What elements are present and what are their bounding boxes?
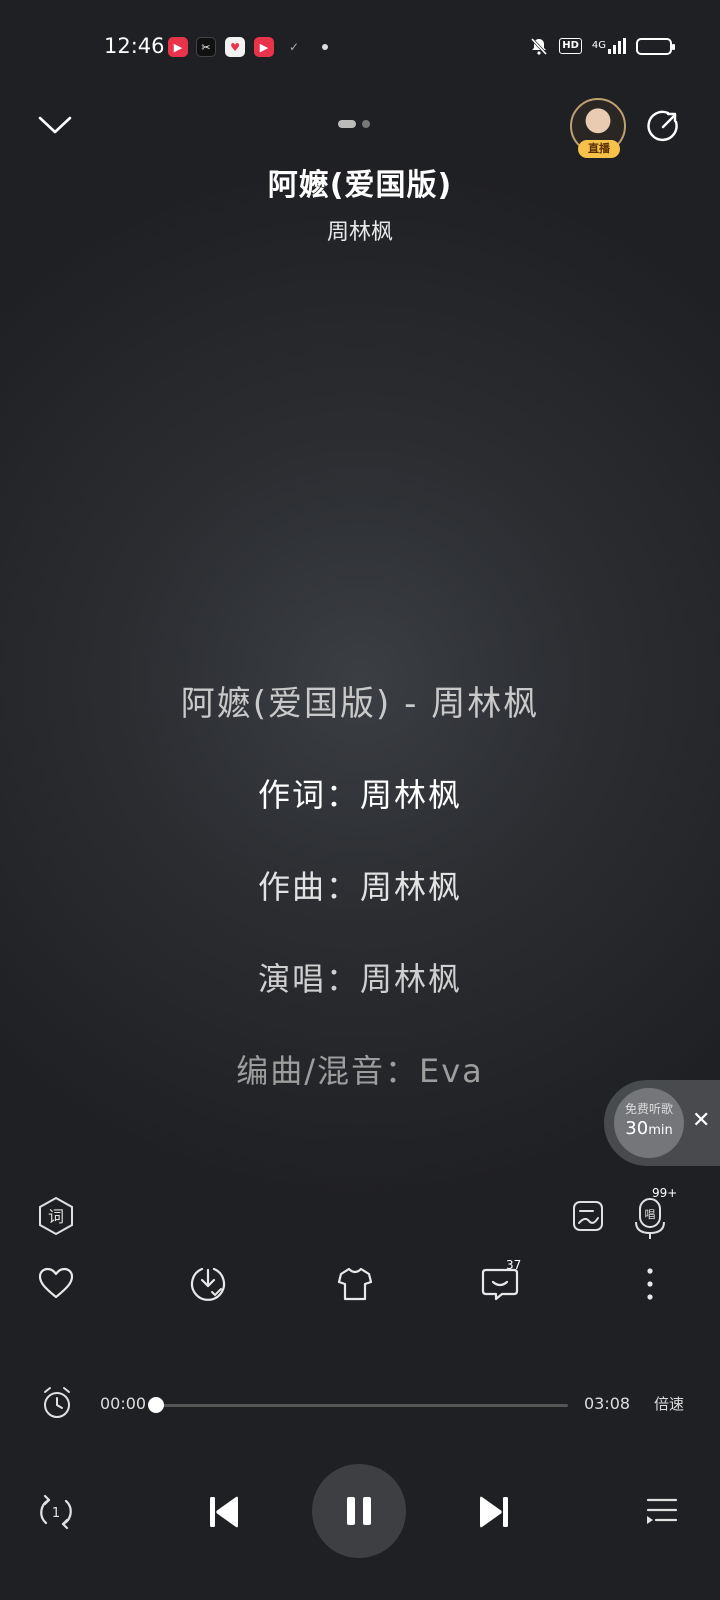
- comment-button[interactable]: 37: [480, 1258, 521, 1302]
- free-listen-time: 30min: [625, 1118, 673, 1139]
- microphone-icon: 唱: [635, 1198, 665, 1239]
- playback-speed-button[interactable]: 倍速: [654, 1393, 684, 1414]
- signal-icon: [608, 38, 626, 54]
- more-vertical-icon: [647, 1268, 653, 1300]
- more-button[interactable]: [640, 1266, 660, 1302]
- lyric-line-faded: ……: [338, 1150, 382, 1164]
- tshirt-icon: [337, 1267, 373, 1301]
- pause-icon: [347, 1497, 371, 1525]
- lyric-line[interactable]: 阿嬷(爱国版) - 周林枫: [0, 676, 720, 725]
- progress-thumb[interactable]: [148, 1397, 164, 1413]
- mute-bell-icon: [531, 37, 548, 56]
- pause-button[interactable]: [312, 1464, 406, 1558]
- poster-icon: [573, 1201, 603, 1231]
- video-app-icon: ▶: [168, 37, 188, 57]
- lyric-line[interactable]: 作曲：周林枫: [0, 862, 720, 908]
- playlist-icon: [646, 1498, 678, 1524]
- previous-track-button[interactable]: [204, 1492, 244, 1532]
- karaoke-sing-button[interactable]: 唱 99+: [632, 1186, 677, 1240]
- signal-indicator: 4G: [592, 38, 626, 54]
- check-icon: ✓: [288, 40, 300, 54]
- lyrics-word-button[interactable]: 词: [36, 1196, 76, 1236]
- page-dot: [362, 120, 370, 128]
- network-type: 4G: [591, 40, 606, 51]
- free-listen-widget[interactable]: 免费听歌 30min ✕: [604, 1080, 720, 1166]
- alarm-clock-icon[interactable]: [40, 1386, 74, 1420]
- repeat-one-button[interactable]: 1: [36, 1492, 76, 1532]
- notification-dot-icon: [322, 44, 328, 50]
- svg-text:1: 1: [52, 1506, 60, 1521]
- status-indicators: HD 4G: [529, 36, 675, 56]
- live-badge: 直播: [578, 140, 620, 158]
- battery-icon: [636, 37, 675, 55]
- comment-count-badge: 37: [506, 1258, 522, 1272]
- next-track-button[interactable]: [474, 1492, 514, 1532]
- close-icon[interactable]: ✕: [692, 1110, 710, 1132]
- heart-app-icon: ♥: [225, 37, 245, 57]
- capcut-icon: ✂: [196, 37, 216, 57]
- play-app-icon: ▶: [254, 37, 274, 57]
- svg-text:唱: 唱: [645, 1208, 656, 1221]
- page-dot-active: [338, 120, 356, 128]
- song-title: 阿嬷(爱国版): [267, 168, 453, 203]
- playlist-button[interactable]: [644, 1494, 680, 1530]
- lyric-line[interactable]: 编曲/混音：Eva: [0, 1046, 720, 1092]
- free-listen-label: 免费听歌: [624, 1102, 673, 1116]
- song-artist[interactable]: 周林枫: [0, 214, 720, 246]
- status-bar: 12:46 ▶ ✂ ♥ ▶ ✓ HD 4G: [0, 0, 720, 96]
- lyric-line[interactable]: 演唱：周林枫: [0, 954, 720, 1000]
- lyrics-hexagon-icon: 词: [39, 1196, 73, 1236]
- lyric-poster-button[interactable]: [570, 1198, 606, 1234]
- svg-text:词: 词: [48, 1207, 64, 1226]
- skin-button[interactable]: [336, 1266, 374, 1302]
- page-indicator: [338, 120, 370, 128]
- lyric-line[interactable]: 作词：周林枫: [0, 770, 720, 816]
- hd-icon: HD: [559, 38, 582, 54]
- live-avatar[interactable]: 直播: [570, 98, 626, 158]
- next-icon: [480, 1496, 508, 1528]
- sing-count-badge: 99+: [652, 1186, 678, 1200]
- free-listen-timer[interactable]: 免费听歌 30min: [614, 1088, 684, 1158]
- current-time: 00:00: [100, 1394, 147, 1413]
- like-button[interactable]: [36, 1264, 76, 1302]
- heart-icon: [38, 1267, 74, 1299]
- download-button[interactable]: [188, 1264, 228, 1304]
- repeat-one-icon: 1: [40, 1494, 72, 1530]
- total-time: 03:08: [584, 1394, 631, 1413]
- progress-track[interactable]: [156, 1404, 568, 1407]
- download-icon: [190, 1267, 226, 1301]
- previous-icon: [210, 1496, 238, 1528]
- collapse-chevron-icon[interactable]: [38, 112, 72, 138]
- share-icon[interactable]: [646, 108, 682, 144]
- status-clock: 12:46: [104, 34, 165, 58]
